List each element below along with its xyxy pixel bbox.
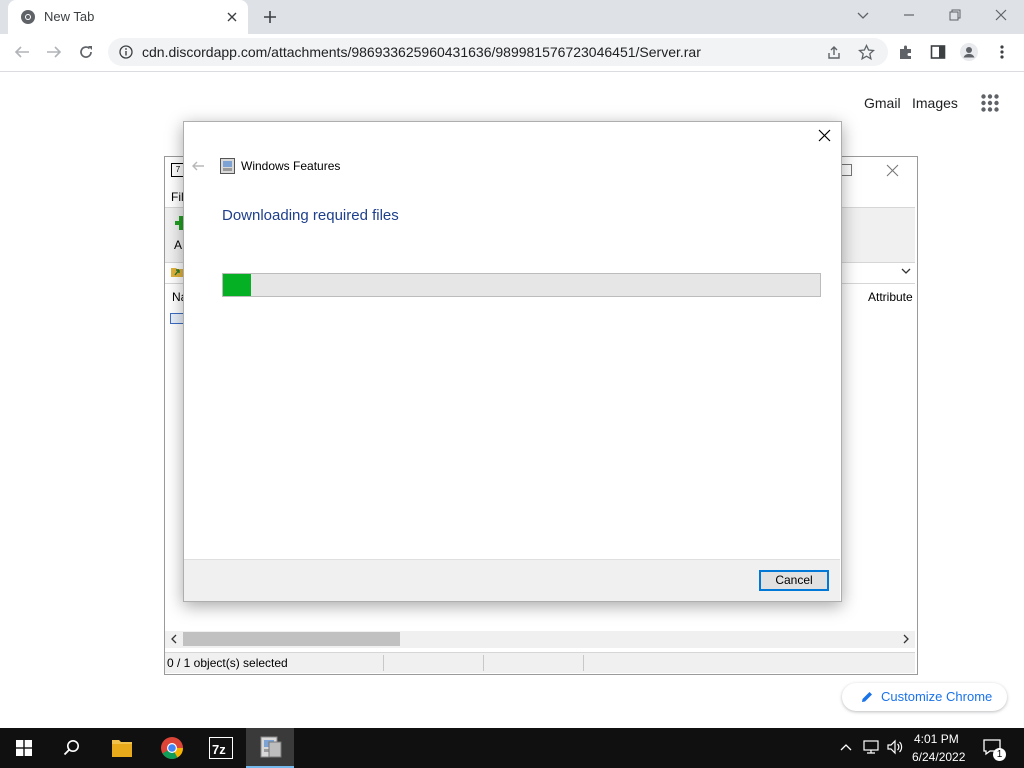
zip-column-attributes[interactable]: Attribute: [868, 290, 913, 304]
windows-features-title-icon: [220, 158, 235, 174]
gmail-link[interactable]: Gmail: [864, 95, 901, 111]
reload-icon[interactable]: [78, 44, 94, 60]
zip-scroll-right-icon[interactable]: [902, 634, 910, 644]
pencil-icon: [860, 690, 874, 704]
windows-start-icon[interactable]: [16, 740, 32, 756]
svg-text:7z: 7z: [212, 742, 226, 757]
dialog-title: Windows Features: [241, 159, 341, 173]
zip-up-folder-icon[interactable]: [170, 264, 184, 278]
7zip-icon[interactable]: 7z: [197, 728, 245, 768]
volume-icon[interactable]: [886, 739, 904, 755]
forward-icon[interactable]: [45, 44, 63, 60]
restore-icon[interactable]: [948, 8, 962, 22]
dialog-footer: [184, 559, 840, 601]
side-panel-icon[interactable]: [930, 44, 946, 60]
clock-time[interactable]: 4:01 PM: [914, 732, 959, 746]
taskbar-search-icon[interactable]: [63, 739, 81, 757]
apps-grid-icon[interactable]: [981, 94, 999, 112]
zip-scroll-left-icon[interactable]: [170, 634, 178, 644]
customize-chrome-label[interactable]: Customize Chrome: [881, 689, 992, 704]
share-icon[interactable]: [826, 45, 842, 61]
notification-badge: 1: [993, 748, 1006, 761]
dialog-close-icon[interactable]: [818, 129, 831, 142]
profile-avatar-icon[interactable]: [960, 43, 978, 61]
zip-add-label: A: [174, 238, 183, 252]
progress-fill: [223, 274, 252, 296]
file-explorer-icon[interactable]: [98, 728, 146, 768]
chrome-menu-icon[interactable]: [996, 44, 1008, 60]
tab-title: New Tab: [44, 9, 95, 24]
url-text[interactable]: cdn.discordapp.com/attachments/986933625…: [142, 44, 701, 60]
chrome-icon[interactable]: [148, 728, 196, 768]
minimize-icon[interactable]: [902, 8, 916, 22]
bookmark-star-icon[interactable]: [858, 44, 875, 61]
zip-close-icon[interactable]: [886, 164, 899, 177]
tray-chevron-up-icon[interactable]: [839, 741, 853, 753]
clock-date[interactable]: 6/24/2022: [912, 750, 965, 764]
close-tab-icon[interactable]: [225, 10, 239, 24]
images-link[interactable]: Images: [912, 95, 958, 111]
windows-features-dialog: [183, 121, 842, 602]
back-icon[interactable]: [13, 44, 31, 60]
chrome-tab-icon: [20, 9, 36, 25]
download-progress-bar: [222, 273, 821, 297]
zip-menu-file[interactable]: Fil: [171, 190, 184, 204]
tab-search-icon[interactable]: [856, 8, 870, 22]
window-close-icon[interactable]: [994, 8, 1008, 22]
dialog-heading: Downloading required files: [222, 207, 399, 224]
zip-status-selected: 0 / 1 object(s) selected: [167, 656, 288, 670]
zip-path-dropdown-icon[interactable]: [900, 266, 912, 276]
network-icon[interactable]: [863, 740, 879, 754]
extensions-icon[interactable]: [898, 44, 914, 60]
dialog-back-icon[interactable]: [191, 160, 205, 172]
zip-scroll-thumb[interactable]: [183, 632, 400, 646]
windows-features-icon[interactable]: [246, 728, 294, 768]
cancel-button[interactable]: Cancel: [759, 570, 829, 591]
zip-status-bar: 0 / 1 object(s) selected: [165, 652, 915, 673]
zip-file-icon[interactable]: [170, 313, 184, 324]
new-tab-icon[interactable]: [262, 9, 278, 25]
site-info-icon[interactable]: [119, 45, 133, 59]
